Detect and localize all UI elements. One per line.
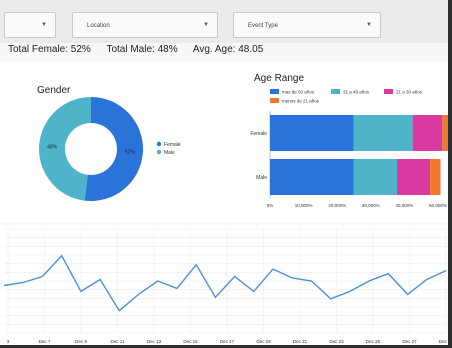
- location-dropdown-label: Location: [87, 23, 110, 29]
- legend-marker-male: [156, 149, 162, 155]
- legend-label-0: mas de 50 años: [282, 90, 315, 95]
- bar-x-tick-label: 10,000%: [295, 203, 313, 208]
- total-male-stat: Total Male: 48%: [106, 44, 178, 55]
- x-tick-label: Dec 21: [293, 339, 308, 344]
- x-tick-label: Dec 29: [439, 339, 448, 344]
- legend-label-female: Female: [164, 142, 181, 148]
- x-tick-label: Dec 13: [147, 339, 162, 344]
- bar-female-2: [412, 115, 443, 151]
- bar-male-3: [430, 159, 441, 195]
- legend-swatch-3: [270, 98, 279, 103]
- x-tick-label: Dec 19: [256, 339, 271, 344]
- donut-slice-label: 52%: [125, 149, 136, 155]
- event-type-dropdown[interactable]: Event Type ▼: [233, 12, 381, 38]
- bar-male-2: [397, 159, 431, 195]
- timeline-grid: [4, 228, 447, 334]
- bar-female-1: [353, 115, 413, 151]
- chevron-down-icon: ▼: [203, 22, 209, 28]
- x-tick-label: 3: [7, 339, 10, 344]
- legend-marker-female: [156, 141, 162, 147]
- bar-x-tick-label: 40,000%: [396, 203, 414, 208]
- bar-female-0: [270, 115, 354, 151]
- chevron-down-icon: ▼: [41, 22, 47, 28]
- age-range-bar-chart: Female Male 0% 10,000% 20,000% 30,000% 40,000%…: [250, 111, 448, 208]
- bar-female-3: [442, 115, 448, 151]
- x-tick-label: Dec 25: [366, 339, 381, 344]
- bar-male-0: [270, 159, 354, 195]
- total-female-stat: Total Female: 52%: [8, 44, 91, 55]
- bar-male-1: [353, 159, 398, 195]
- bar-x-tick-label: 20,000%: [328, 203, 346, 208]
- x-tick-label: Dec 7: [39, 339, 51, 344]
- location-dropdown[interactable]: Location ▼: [72, 12, 218, 38]
- x-tick-label: Dec 11: [111, 339, 125, 344]
- avg-age-stat: Avg. Age: 48.05: [192, 44, 264, 55]
- bar-x-tick-label: 0%: [267, 203, 274, 208]
- gender-legend: Female Male: [156, 141, 181, 156]
- age-range-legend: mas de 50 años 31 a 49 años 21 a 30 años me…: [270, 89, 423, 104]
- gender-donut-chart: 52% 48%: [38, 97, 143, 201]
- timeline-svg: 3 Dec 7 Dec 9 Dec 11 Dec 13 Dec 15 Dec 17 Dec 1…: [3, 228, 448, 344]
- x-tick-label: Dec 23: [329, 339, 344, 344]
- bar-x-tick-label: 50,000%: [429, 203, 447, 208]
- x-tick-label: Dec 15: [183, 339, 198, 344]
- chevron-down-icon: ▼: [366, 22, 372, 28]
- bar-category-label: Female: [250, 131, 267, 137]
- legend-swatch-0: [270, 89, 279, 94]
- x-tick-label: Dec 9: [75, 339, 87, 344]
- legend-label-3: menos de 21 años: [282, 99, 320, 104]
- legend-swatch-2: [384, 89, 393, 94]
- donut-slice-label: 48%: [47, 145, 58, 151]
- legend-label-1: 31 a 49 años: [343, 90, 370, 95]
- bar-category-label: Male: [256, 175, 267, 181]
- event-type-dropdown-label: Event Type: [248, 23, 278, 29]
- x-tick-label: Dec 17: [220, 339, 235, 344]
- dashboard: ▼ Location ▼ Event Type ▼ Total Female: …: [0, 0, 452, 348]
- timeline-panel: 3 Dec 7 Dec 9 Dec 11 Dec 13 Dec 15 Dec 17 Dec 1…: [0, 225, 448, 345]
- legend-label-male: Male: [164, 150, 175, 156]
- legend-swatch-1: [331, 89, 340, 94]
- filter-bar: ▼ Location ▼ Event Type ▼: [0, 0, 448, 43]
- bar-x-tick-label: 30,000%: [362, 203, 380, 208]
- legend-label-2: 21 a 30 años: [396, 90, 423, 95]
- summary-stats: Total Female: 52% Total Male: 48% Avg. A…: [8, 44, 276, 55]
- charts-svg: 52% 48% Female Male mas de 50 años 31 a 49 …: [38, 89, 448, 208]
- x-tick-label: Dec 27: [402, 339, 417, 344]
- timeline-x-axis: 3 Dec 7 Dec 9 Dec 11 Dec 13 Dec 15 Dec 17 Dec 1…: [7, 339, 448, 344]
- filter-dropdown-1[interactable]: ▼: [4, 12, 56, 38]
- charts-panel: Gender Age Range 52% 48% Female Male mas d…: [0, 63, 448, 223]
